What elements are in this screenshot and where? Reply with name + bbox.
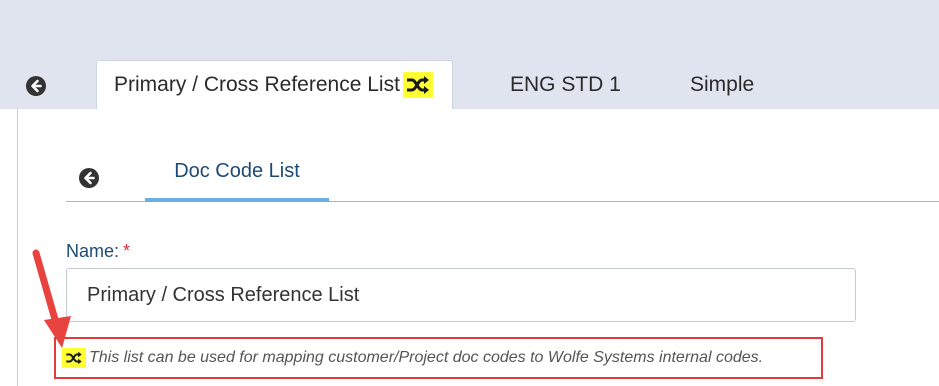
panel-edge	[17, 108, 18, 386]
required-marker: *	[123, 241, 131, 261]
back-circle-icon[interactable]	[79, 168, 99, 188]
tab-eng-std-1[interactable]: ENG STD 1	[510, 60, 621, 109]
hint-annotation-box: This list can be used for mapping custom…	[54, 337, 823, 379]
page: Primary / Cross Reference List ENG STD 1…	[0, 0, 939, 386]
tab-label: Primary / Cross Reference List	[114, 73, 400, 96]
tab-label: Simple	[690, 72, 755, 96]
inner-tab-label: Doc Code List	[174, 160, 300, 182]
back-circle-icon[interactable]	[26, 76, 46, 96]
tab-label: ENG STD 1	[510, 72, 621, 96]
name-label-text: Name:	[66, 241, 120, 261]
hint-text: This list can be used for mapping custom…	[89, 349, 764, 366]
tab-simple[interactable]: Simple	[690, 60, 754, 109]
tab-primary-cross-reference[interactable]: Primary / Cross Reference List	[96, 60, 453, 109]
active-tab-indicator	[145, 198, 329, 202]
shuffle-icon	[402, 72, 433, 98]
name-field-label: Name: *	[66, 241, 130, 262]
name-input[interactable]	[66, 268, 856, 322]
shuffle-icon	[62, 348, 86, 368]
tab-doc-code-list[interactable]: Doc Code List	[145, 160, 329, 202]
